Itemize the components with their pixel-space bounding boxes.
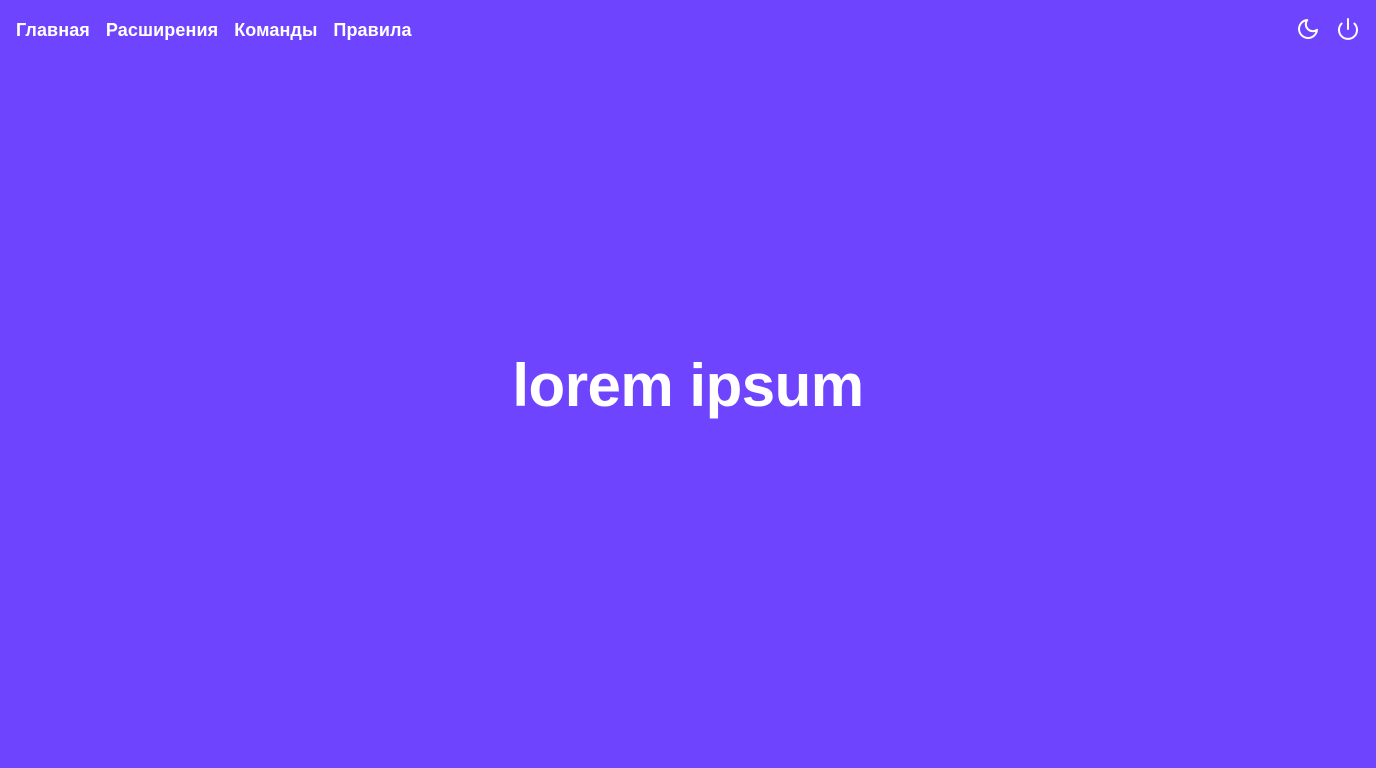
hero: lorem ipsum [0,350,1376,422]
power-icon [1336,17,1360,41]
moon-icon [1296,17,1320,41]
nav-item-commands[interactable]: Команды [234,18,317,42]
main-nav: Главная Расширения Команды Правила [16,18,412,42]
header-actions [1296,17,1360,41]
theme-toggle-button[interactable] [1296,17,1320,41]
nav-item-home[interactable]: Главная [16,18,90,42]
nav-item-rules[interactable]: Правила [333,18,411,42]
top-bar: Главная Расширения Команды Правила [0,0,1376,60]
power-button[interactable] [1336,17,1360,41]
nav-item-extensions[interactable]: Расширения [106,18,218,42]
hero-title: lorem ipsum [512,352,864,419]
